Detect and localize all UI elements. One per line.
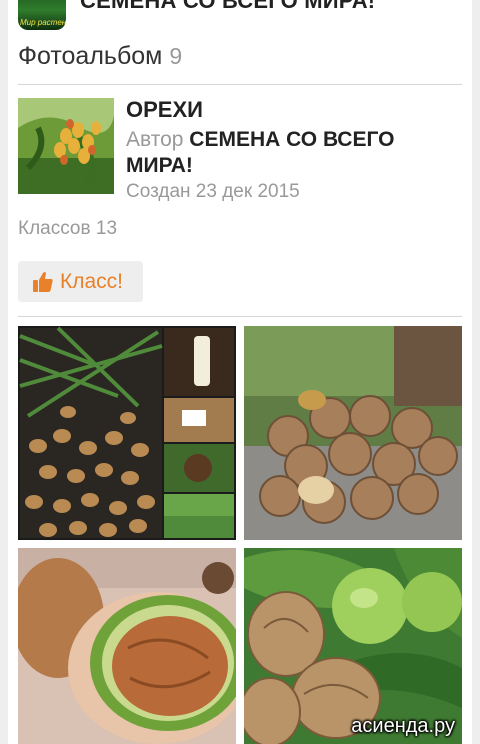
profile-avatar[interactable]: Мир растений: [18, 0, 66, 30]
album-author-line: Автор СЕМЕНА СО ВСЕГО МИРА!: [126, 127, 456, 179]
divider: [18, 84, 462, 85]
photo-walnut-in-green-husk[interactable]: [18, 548, 236, 744]
photo-walnuts-pile[interactable]: [244, 326, 462, 540]
album-info: ОРЕХИ Автор СЕМЕНА СО ВСЕГО МИРА! Создан…: [126, 96, 456, 205]
like-button[interactable]: Класс!: [18, 261, 143, 302]
photo-count: 9: [169, 43, 183, 69]
album-section-header: Фотоальбом 9: [18, 42, 182, 71]
likes-count[interactable]: Классов 13: [18, 218, 117, 240]
avatar-text: Мир растений: [20, 18, 66, 27]
album-section-title: Фотоальбом: [18, 42, 163, 70]
photo-tiger-nuts-collage[interactable]: [18, 326, 236, 540]
like-button-label: Класс!: [60, 269, 123, 293]
album-cover-thumbnail[interactable]: [18, 98, 114, 194]
thumbs-up-icon: [33, 271, 53, 292]
divider: [18, 316, 462, 317]
album-title[interactable]: ОРЕХИ: [126, 96, 456, 124]
author-prefix: Автор: [126, 128, 184, 151]
album-created-date: Создан 23 дек 2015: [126, 181, 300, 202]
album-card: Мир растений СЕМЕНА СО ВСЕГО МИРА! Фотоа…: [8, 0, 472, 744]
profile-name[interactable]: СЕМЕНА СО ВСЕГО МИРА!: [80, 0, 375, 14]
photo-walnuts-with-green-fruits[interactable]: асиенда.ру: [244, 548, 462, 744]
watermark: асиенда.ру: [351, 715, 455, 737]
